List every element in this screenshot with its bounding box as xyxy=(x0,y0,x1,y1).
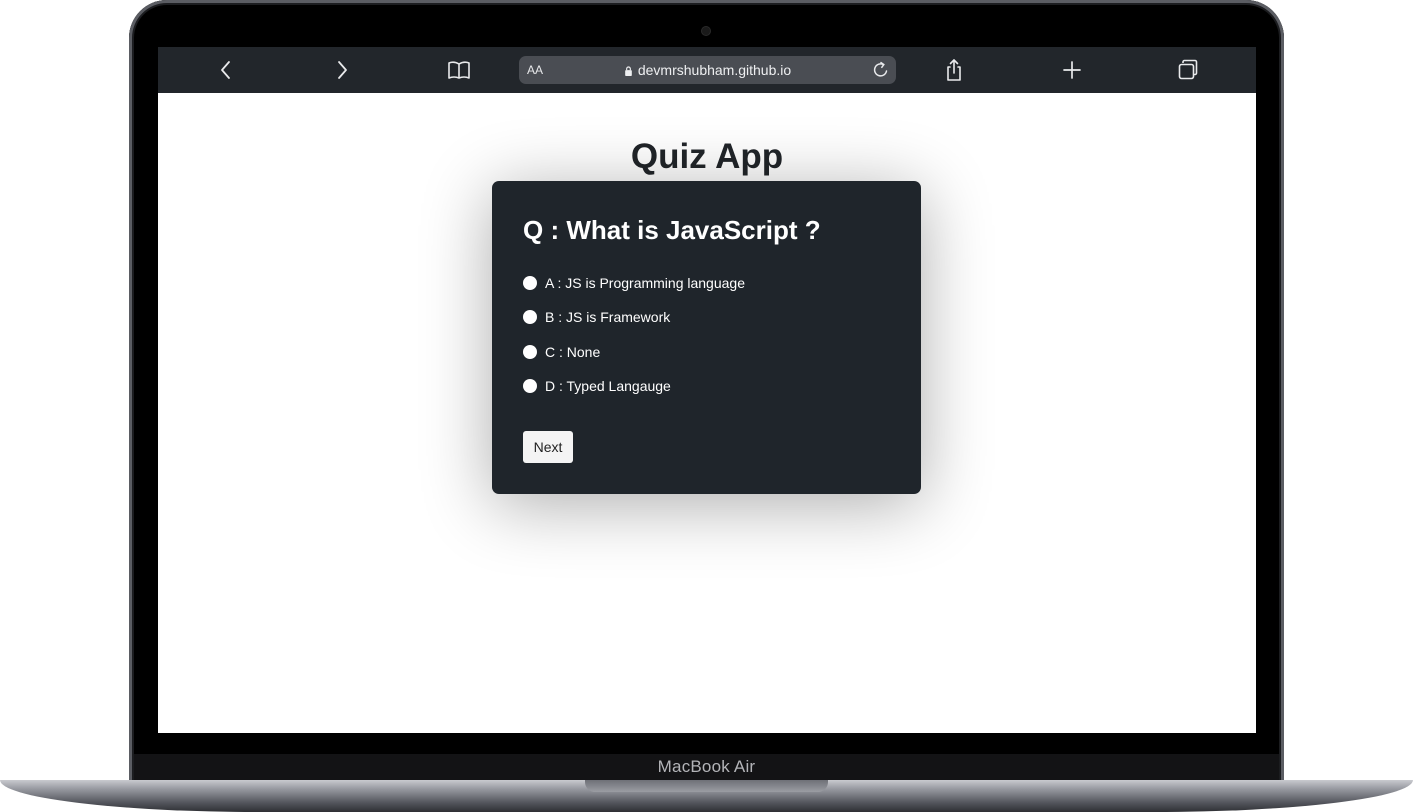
option-a-label: A : JS is Programming language xyxy=(545,275,745,291)
url-display: devmrshubham.github.io xyxy=(519,62,896,78)
question-text: Q : What is JavaScript ? xyxy=(523,215,821,245)
laptop-screen: AA devmrshubham.github.io Quiz App Q : W… xyxy=(158,47,1256,733)
tabs-icon[interactable] xyxy=(1176,58,1200,82)
option-c-radio[interactable] xyxy=(523,345,537,359)
address-bar[interactable]: AA devmrshubham.github.io xyxy=(519,56,896,84)
next-button[interactable]: Next xyxy=(523,431,573,463)
bookmarks-icon[interactable] xyxy=(447,58,471,82)
option-d-label: D : Typed Langauge xyxy=(545,378,671,394)
option-d-radio[interactable] xyxy=(523,379,537,393)
option-a[interactable]: A : JS is Programming language xyxy=(523,273,745,293)
option-b-label: B : JS is Framework xyxy=(545,309,671,325)
back-icon[interactable] xyxy=(214,58,238,82)
browser-toolbar: AA devmrshubham.github.io xyxy=(158,47,1256,93)
reload-icon[interactable] xyxy=(871,60,891,80)
option-c[interactable]: C : None xyxy=(523,342,600,362)
option-a-radio[interactable] xyxy=(523,276,537,290)
page-title: Quiz App xyxy=(630,137,784,176)
url-text: devmrshubham.github.io xyxy=(637,62,792,78)
forward-icon[interactable] xyxy=(330,58,354,82)
option-c-label: C : None xyxy=(545,344,601,360)
new-tab-icon[interactable] xyxy=(1060,58,1084,82)
lock-icon xyxy=(625,66,632,76)
laptop-notch xyxy=(585,780,828,792)
camera-icon xyxy=(702,27,710,35)
quiz-card: Q : What is JavaScript ? A : JS is Progr… xyxy=(492,181,921,494)
option-b-radio[interactable] xyxy=(523,310,537,324)
option-b[interactable]: B : JS is Framework xyxy=(523,307,670,327)
share-icon[interactable] xyxy=(942,58,966,82)
option-d[interactable]: D : Typed Langauge xyxy=(523,376,671,396)
device-brand-label: MacBook Air xyxy=(657,757,756,776)
